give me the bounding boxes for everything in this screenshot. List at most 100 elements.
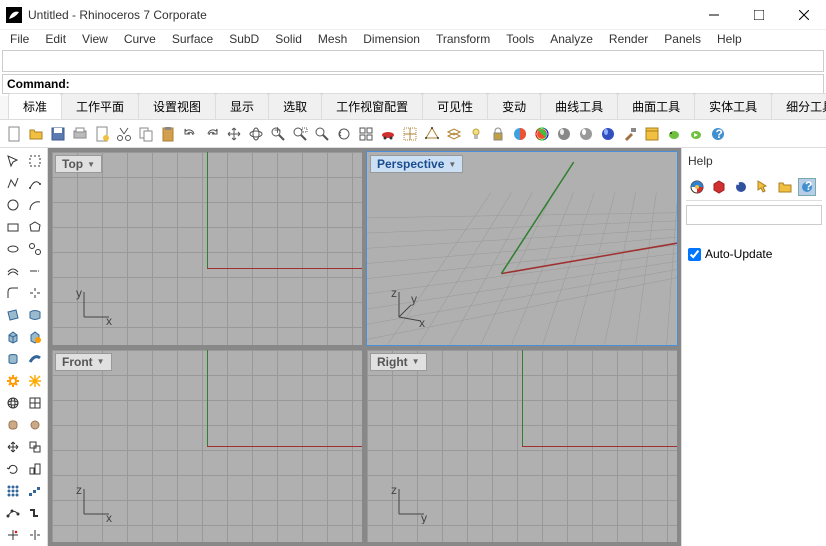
open-icon[interactable] [26,124,46,144]
subd-tools-icon[interactable] [24,414,45,435]
lasso-select-icon[interactable] [24,150,45,171]
save-icon[interactable] [48,124,68,144]
maximize-button[interactable] [736,0,781,29]
split-icon[interactable] [24,524,45,545]
copy-icon[interactable] [136,124,156,144]
folder-tab-icon[interactable] [776,178,794,196]
rotate-icon[interactable] [2,458,23,479]
ellipse-icon[interactable] [2,238,23,259]
named-cplanes-icon[interactable] [444,124,464,144]
zoom-dynamic-icon[interactable]: + [268,124,288,144]
library-tab-icon[interactable] [732,178,750,196]
pointer-icon[interactable] [2,150,23,171]
minimize-button[interactable] [691,0,736,29]
menu-curve[interactable]: Curve [116,30,164,48]
tab-select[interactable]: 选取 [268,93,322,119]
materials-tab-icon[interactable] [710,178,728,196]
subd-box-icon[interactable] [2,414,23,435]
surface-plane-icon[interactable] [2,304,23,325]
tab-transform[interactable]: 变动 [487,93,541,119]
options-hammer-icon[interactable] [620,124,640,144]
viewport-top[interactable]: Top▼ xy [51,151,363,346]
redo-icon[interactable] [202,124,222,144]
tab-display[interactable]: 显示 [215,93,269,119]
help-tab-icon[interactable]: ? [798,178,816,196]
polyline-icon[interactable] [2,172,23,193]
layers-icon[interactable] [554,124,574,144]
menu-subd[interactable]: SubD [221,30,267,48]
menu-mesh[interactable]: Mesh [310,30,355,48]
grasshopper-player-icon[interactable] [686,124,706,144]
cplane-3point-icon[interactable] [422,124,442,144]
menu-view[interactable]: View [74,30,116,48]
cplane-right-icon[interactable] [400,124,420,144]
tab-subd-tools[interactable]: 细分工具 [771,93,826,119]
explode-icon[interactable] [24,370,45,391]
pan-icon[interactable] [224,124,244,144]
tab-visibility[interactable]: 可见性 [422,93,488,119]
undo-view-icon[interactable] [334,124,354,144]
shade-icon[interactable] [576,124,596,144]
close-button[interactable] [781,0,826,29]
menu-render[interactable]: Render [601,30,656,48]
tab-standard[interactable]: 标准 [8,93,62,119]
pipe-icon[interactable] [24,348,45,369]
fillet-icon[interactable] [2,282,23,303]
auto-update-input[interactable] [688,248,701,261]
menu-edit[interactable]: Edit [37,30,74,48]
gear-icon[interactable] [2,370,23,391]
command-input[interactable] [70,77,819,91]
render-tab-icon[interactable] [688,178,706,196]
cut-icon[interactable] [114,124,134,144]
lock-icon[interactable] [488,124,508,144]
tab-setview[interactable]: 设置视图 [138,93,216,119]
menu-dimension[interactable]: Dimension [355,30,428,48]
menu-tools[interactable]: Tools [498,30,542,48]
menu-surface[interactable]: Surface [164,30,221,48]
array-linear-icon[interactable] [24,480,45,501]
solid-edit-icon[interactable] [24,326,45,347]
viewport-front[interactable]: Front▼ xz [51,349,363,544]
array-icon[interactable] [2,480,23,501]
zoom-extents-icon[interactable] [312,124,332,144]
mesh-tools-icon[interactable] [24,392,45,413]
help-icon[interactable]: ? [708,124,728,144]
help-search-input[interactable] [686,205,822,225]
tab-curve-tools[interactable]: 曲线工具 [540,93,618,119]
points-on-icon[interactable] [2,502,23,523]
new-icon[interactable] [4,124,24,144]
control-point-curve-icon[interactable] [24,172,45,193]
arc-icon[interactable] [24,194,45,215]
properties-icon[interactable] [532,124,552,144]
tab-surface-tools[interactable]: 曲面工具 [617,93,695,119]
print-icon[interactable] [70,124,90,144]
viewport-right-label[interactable]: Right▼ [370,353,427,371]
tab-viewport-layout[interactable]: 工作视窗配置 [321,93,423,119]
viewport-perspective[interactable]: Perspective▼ xzy [366,151,678,346]
polygon-icon[interactable] [24,216,45,237]
render-preview-icon[interactable] [598,124,618,144]
viewport-right[interactable]: Right▼ yz [366,349,678,544]
extend-icon[interactable] [24,260,45,281]
grasshopper-icon[interactable] [664,124,684,144]
join-icon[interactable] [24,502,45,523]
copy-move-icon[interactable] [24,436,45,457]
trim-icon[interactable] [2,524,23,545]
render-icon[interactable] [510,124,530,144]
menu-analyze[interactable]: Analyze [542,30,601,48]
box-icon[interactable] [2,326,23,347]
menu-help[interactable]: Help [709,30,750,48]
cylinder-icon[interactable] [2,348,23,369]
paste-icon[interactable] [158,124,178,144]
menu-file[interactable]: File [2,30,37,48]
menu-panels[interactable]: Panels [656,30,709,48]
undo-icon[interactable] [180,124,200,144]
curve-tools-icon[interactable] [24,282,45,303]
viewport-perspective-label[interactable]: Perspective▼ [370,155,463,173]
rectangle-icon[interactable] [2,216,23,237]
viewport-top-label[interactable]: Top▼ [55,155,102,173]
car-red-icon[interactable] [378,124,398,144]
loft-icon[interactable] [24,304,45,325]
scale-icon[interactable] [24,458,45,479]
mesh-sphere-icon[interactable] [2,392,23,413]
